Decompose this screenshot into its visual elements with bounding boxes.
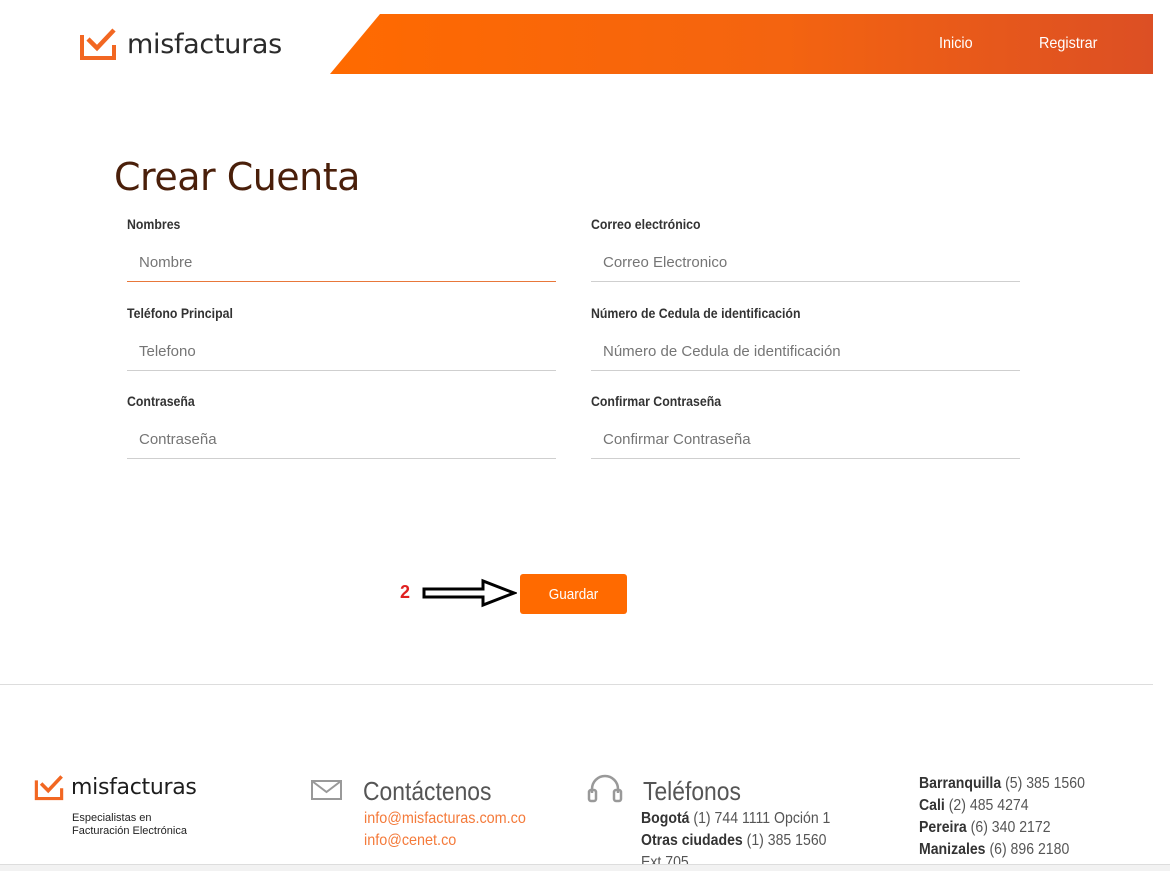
field-label: Correo electrónico [591,216,701,232]
logo-text: misfacturas [127,28,282,60]
phone-line: Otras ciudades (1) 385 1560 [641,832,827,850]
phone-number: (1) 385 1560 [746,832,827,849]
header-logo[interactable]: misfacturas [79,27,282,61]
top-navbar: Inicio Registrar [330,14,1153,74]
confirm-password-input[interactable] [591,431,1020,459]
phone-city: Manizales [919,841,986,858]
field-label: Confirmar Contraseña [591,393,722,409]
contact-heading: Contáctenos [363,776,492,806]
nombre-input[interactable] [127,254,556,282]
footer-tagline: Especialistas en Facturación Electrónica [72,812,187,838]
email-link[interactable]: info@cenet.co [364,832,456,850]
city-phone-line: Pereira (6) 340 2172 [919,819,1051,837]
field-label: Nombres [127,216,181,232]
footer-logo[interactable]: misfacturas [34,774,197,801]
phone-number: (2) 485 4274 [948,797,1029,814]
phone-city: Cali [919,797,945,814]
tagline-line: Especialistas en [72,812,152,824]
phone-line: Bogotá (1) 744 1111 Opción 1 [641,810,830,828]
field-telefono: Teléfono Principal [127,305,556,371]
phone-input[interactable] [127,343,556,371]
city-phone-line: Barranquilla (5) 385 1560 [919,775,1085,793]
id-number-input[interactable] [591,343,1020,371]
city-phone-line: Cali (2) 485 4274 [919,797,1029,815]
field-cedula: Número de Cedula de identificación [591,305,1020,371]
field-nombres: Nombres [127,216,556,282]
nav-registrar[interactable]: Registrar [1039,35,1097,53]
checkbox-logo-icon [34,775,64,801]
password-input[interactable] [127,431,556,459]
field-contrasena: Contraseña [127,393,556,459]
tagline-line: Facturación Electrónica [72,825,187,837]
field-label: Número de Cedula de identificación [591,305,801,321]
save-button-label: Guardar [548,585,599,603]
field-correo: Correo electrónico [591,216,1020,282]
field-label: Teléfono Principal [127,305,233,321]
checkbox-logo-icon [80,28,116,60]
save-button[interactable]: Guardar [520,574,627,614]
nav-inicio[interactable]: Inicio [939,35,973,53]
phone-number: (6) 340 2172 [970,819,1051,836]
field-label: Contraseña [127,393,195,409]
email-input[interactable] [591,254,1020,282]
phone-number: (6) 896 2180 [989,841,1070,858]
phone-number: (5) 385 1560 [1005,775,1085,792]
footer-logo-text: misfacturas [71,775,197,800]
phone-city: Barranquilla [919,775,1002,792]
phone-city: Pereira [919,819,967,836]
phones-heading: Teléfonos [643,776,741,806]
phone-city: Bogotá [641,810,690,827]
footer-divider [0,684,1153,685]
phone-number: (1) 744 1111 Opción 1 [693,810,831,827]
email-link[interactable]: info@misfacturas.com.co [364,810,526,828]
annotation-step-number: 2 [400,582,411,602]
bottom-bar [0,864,1170,871]
phone-city: Otras ciudades [641,832,743,849]
mail-icon [311,780,342,800]
page-title: Crear Cuenta [114,155,360,199]
field-confirmar-contrasena: Confirmar Contraseña [591,393,1020,459]
headset-icon [587,774,623,803]
city-phone-line: Manizales (6) 896 2180 [919,841,1069,859]
arrow-right-icon [422,578,517,608]
